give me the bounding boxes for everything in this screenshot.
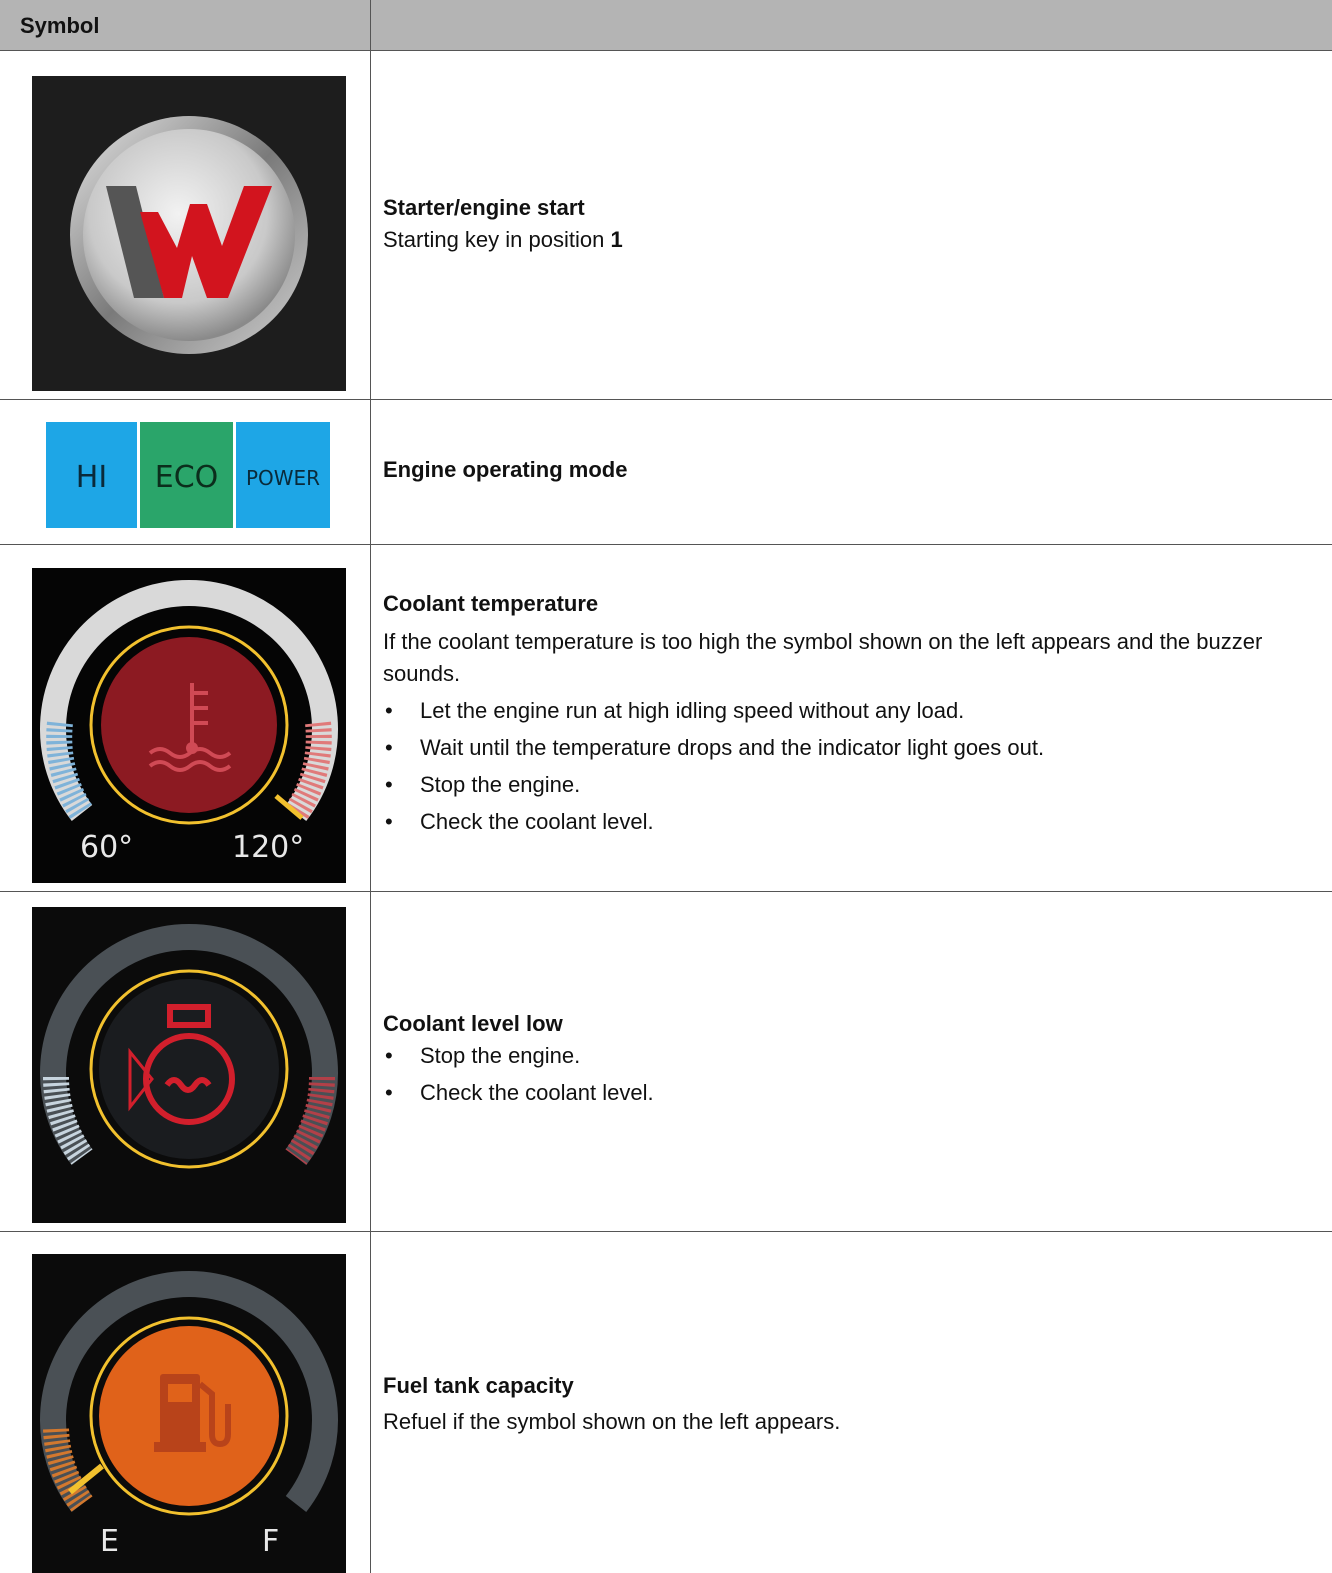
gauge-min-label: 60° — [80, 830, 134, 865]
symbol-cell: 60° 120° — [0, 545, 371, 891]
header-symbol-cell: Symbol — [0, 0, 371, 50]
bullet-list: Let the engine run at high idling speed … — [383, 692, 1318, 840]
list-item: Wait until the temperature drops and the… — [383, 729, 1318, 766]
table-row: Coolant level low Stop the engine. Check… — [0, 892, 1332, 1232]
list-item: Stop the engine. — [383, 1037, 1318, 1074]
table-row: HI ECO POWER Engine operating mode — [0, 400, 1332, 545]
table-row: Starter/engine start Starting key in pos… — [0, 51, 1332, 400]
table-row: 60° 120° Coolant temperature If the cool… — [0, 545, 1332, 892]
gauge-empty-label: E — [100, 1524, 119, 1559]
gauge-full-label: F — [262, 1524, 280, 1559]
table-row: E F Fuel tank capacity Refuel if the sym… — [0, 1232, 1332, 1573]
coolant-temperature-icon: 60° 120° — [32, 568, 346, 883]
row-title: Starter/engine start — [383, 195, 585, 220]
fuel-pump-icon: E F — [32, 1254, 346, 1573]
coolant-level-low-icon — [32, 907, 346, 1223]
row-title: Coolant level low — [383, 1011, 563, 1036]
gauge-max-label: 120° — [232, 830, 305, 865]
symbol-cell — [0, 51, 371, 399]
row-title: Coolant temperature — [383, 591, 599, 616]
description-cell: Engine operating mode — [383, 454, 1318, 486]
wacker-neuson-logo-icon — [32, 76, 346, 391]
symbol-cell: E F — [0, 1232, 371, 1573]
row-text: If the coolant temperature is too high t… — [383, 629, 1263, 686]
mode-power-tile: POWER — [236, 422, 330, 528]
symbol-cell: HI ECO POWER — [0, 400, 371, 544]
bullet-list: Stop the engine. Check the coolant level… — [383, 1037, 1318, 1111]
description-cell: Starter/engine start Starting key in pos… — [383, 192, 1318, 256]
description-cell: Coolant level low Stop the engine. Check… — [383, 1008, 1318, 1111]
row-text: Refuel if the symbol shown on the left a… — [383, 1409, 841, 1434]
row-text: Starting key in position 1 — [383, 227, 623, 252]
table-header: Symbol — [0, 0, 1332, 51]
list-item: Let the engine run at high idling speed … — [383, 692, 1318, 729]
symbol-cell — [0, 892, 371, 1231]
mode-eco-tile: ECO — [140, 422, 233, 528]
row-title: Fuel tank capacity — [383, 1373, 574, 1398]
description-cell: Fuel tank capacity Refuel if the symbol … — [383, 1370, 1318, 1438]
engine-mode-icon: HI ECO POWER — [46, 422, 330, 528]
mode-hi-tile: HI — [46, 422, 137, 528]
description-cell: Coolant temperature If the coolant tempe… — [383, 588, 1318, 840]
list-item: Check the coolant level. — [383, 803, 1318, 840]
list-item: Stop the engine. — [383, 766, 1318, 803]
header-symbol-label: Symbol — [20, 13, 100, 38]
row-title: Engine operating mode — [383, 457, 628, 482]
list-item: Check the coolant level. — [383, 1074, 1318, 1111]
